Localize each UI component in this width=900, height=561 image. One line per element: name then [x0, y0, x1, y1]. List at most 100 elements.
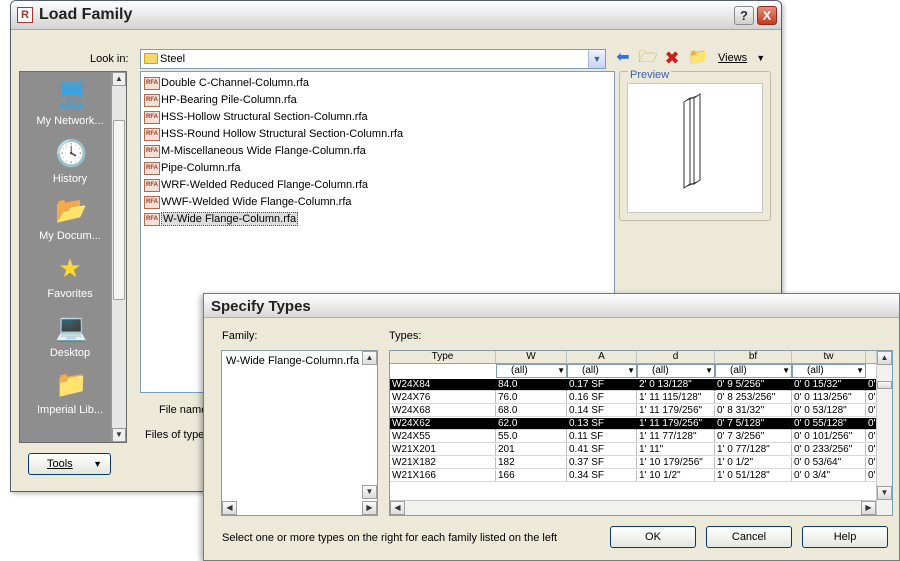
family-list-item[interactable]: W-Wide Flange-Column.rfa — [226, 355, 359, 367]
filter-bf-dropdown[interactable]: (all) ▼ — [715, 364, 792, 378]
views-dropdown-arrow-icon: ▼ — [756, 53, 766, 63]
wide-flange-column-preview-icon — [683, 93, 701, 189]
history-clock-icon: 🕓 — [55, 138, 88, 168]
scroll-down-arrow-icon[interactable]: ▼ — [362, 485, 377, 499]
look-in-value: Steel — [160, 53, 186, 65]
rfa-file-icon: RFA — [144, 212, 160, 226]
column-header-a[interactable]: A — [567, 351, 637, 364]
filter-w-dropdown[interactable]: (all) ▼ — [496, 364, 567, 378]
cell-bf: 1' 0 77/128" — [715, 444, 792, 456]
new-folder-icon[interactable]: 📁 — [688, 48, 708, 68]
file-item[interactable]: RFA WWF-Welded Wide Flange-Column.rfa — [144, 194, 352, 210]
filter-value: (all) — [807, 365, 824, 376]
file-item[interactable]: RFA HSS-Hollow Structural Section-Column… — [144, 109, 368, 125]
scroll-up-arrow-icon[interactable]: ▲ — [877, 351, 892, 365]
cell-w: 166 — [496, 470, 567, 482]
file-name: HSS-Hollow Structural Section-Column.rfa — [161, 111, 368, 123]
ok-button[interactable]: OK — [610, 526, 696, 548]
place-label: Favorites — [47, 288, 93, 300]
tools-dropdown-arrow-icon: ▼ — [93, 459, 102, 469]
back-arrow-icon[interactable]: ⬅ — [613, 48, 633, 68]
rfa-file-icon: RFA — [144, 93, 160, 107]
cell-w: 84.0 — [496, 379, 567, 391]
specify-types-titlebar[interactable]: Specify Types — [204, 294, 899, 318]
scroll-right-arrow-icon[interactable]: ▶ — [362, 501, 377, 515]
column-header-bf[interactable]: bf — [715, 351, 792, 364]
filter-tw-dropdown[interactable]: (all) ▼ — [792, 364, 866, 378]
views-button[interactable]: Views ▼ — [718, 52, 765, 64]
scroll-up-arrow-icon[interactable]: ▲ — [112, 72, 126, 86]
library-folder-icon: 📁 — [55, 369, 88, 399]
file-item-selected[interactable]: RFA W-Wide Flange-Column.rfa — [144, 211, 299, 227]
cancel-button[interactable]: Cancel — [706, 526, 792, 548]
cell-type: W21X201 — [390, 444, 496, 456]
family-list[interactable]: W-Wide Flange-Column.rfa ▲ ▼ ◀ ▶ — [221, 350, 378, 516]
types-horizontal-scrollbar[interactable]: ◀ ▶ — [390, 500, 876, 515]
types-vertical-scrollbar[interactable]: ▲ ▼ — [876, 351, 892, 515]
scroll-thumb[interactable] — [877, 381, 892, 389]
rfa-file-icon: RFA — [144, 110, 160, 124]
place-my-network[interactable]: 🖥 My Network... — [20, 80, 120, 127]
chevron-down-icon: ▼ — [782, 366, 790, 375]
look-in-dropdown[interactable]: Steel ▼ — [140, 49, 606, 69]
files-of-type-label: Files of type: — [145, 429, 208, 441]
file-item[interactable]: RFA HP-Bearing Pile-Column.rfa — [144, 92, 297, 108]
titlebar-help-button[interactable]: ? — [734, 6, 754, 25]
titlebar-close-button[interactable]: X — [757, 6, 777, 25]
column-header-type[interactable]: Type — [390, 351, 496, 364]
scroll-down-arrow-icon[interactable]: ▼ — [112, 428, 126, 442]
load-family-titlebar[interactable]: R Load Family ? X — [11, 1, 781, 30]
file-item[interactable]: RFA Pipe-Column.rfa — [144, 160, 240, 176]
tools-label: Tools — [47, 458, 73, 470]
rfa-file-icon: RFA — [144, 178, 160, 192]
chevron-down-icon[interactable]: ▼ — [588, 50, 605, 68]
scroll-right-arrow-icon[interactable]: ▶ — [861, 501, 876, 515]
cell-w: 68.0 — [496, 405, 567, 417]
place-label: History — [52, 173, 88, 185]
file-name: WRF-Welded Reduced Flange-Column.rfa — [161, 179, 369, 191]
help-button[interactable]: Help — [802, 526, 888, 548]
cell-bf: 0' 7 5/128" — [715, 418, 792, 430]
scroll-thumb[interactable] — [113, 120, 125, 300]
file-item[interactable]: RFA HSS-Round Hollow Structural Section-… — [144, 126, 403, 142]
cell-a: 0.17 SF — [567, 379, 637, 391]
cell-w: 76.0 — [496, 392, 567, 404]
scroll-left-arrow-icon[interactable]: ◀ — [390, 501, 405, 515]
column-header-tw[interactable]: tw — [792, 351, 866, 364]
place-desktop[interactable]: 💻 Desktop — [20, 312, 120, 359]
column-header-d[interactable]: d — [637, 351, 715, 364]
cell-d: 1' 10 1/2" — [637, 470, 715, 482]
cell-type: W24X84 — [390, 379, 496, 391]
column-header-w[interactable]: W — [496, 351, 567, 364]
types-grid[interactable]: Type W A d bf tw (all) ▼ (all) ▼ (all) ▼ (a… — [389, 350, 893, 516]
filter-value: (all) — [730, 365, 747, 376]
filter-a-dropdown[interactable]: (all) ▼ — [567, 364, 637, 378]
cell-type: W24X76 — [390, 392, 496, 404]
preview-group: Preview — [619, 69, 771, 221]
desktop-icon: 💻 — [55, 312, 88, 342]
place-favorites[interactable]: ★ Favorites — [20, 253, 120, 300]
scroll-left-arrow-icon[interactable]: ◀ — [222, 501, 237, 515]
place-label: Desktop — [49, 347, 91, 359]
cell-a: 0.37 SF — [567, 457, 637, 469]
place-label: My Network... — [36, 115, 104, 127]
file-item[interactable]: RFA WRF-Welded Reduced Flange-Column.rfa — [144, 177, 368, 193]
revit-app-icon: R — [17, 7, 33, 23]
up-folder-icon[interactable]: 🗁 — [638, 48, 658, 68]
file-name: WWF-Welded Wide Flange-Column.rfa — [161, 196, 352, 208]
cell-bf: 0' 7 3/256" — [715, 431, 792, 443]
filter-d-dropdown[interactable]: (all) ▼ — [637, 364, 715, 378]
places-scrollbar[interactable]: ▲ ▼ — [111, 72, 126, 442]
scroll-up-arrow-icon[interactable]: ▲ — [362, 351, 377, 365]
file-item[interactable]: RFA M-Miscellaneous Wide Flange-Column.r… — [144, 143, 366, 159]
cell-type: W24X68 — [390, 405, 496, 417]
scroll-down-arrow-icon[interactable]: ▼ — [877, 486, 892, 500]
tools-button[interactable]: Tools ▼ — [28, 453, 111, 475]
place-my-documents[interactable]: 📂 My Docum... — [20, 195, 120, 242]
place-imperial-library[interactable]: 📁 Imperial Lib... — [20, 369, 120, 416]
delete-icon[interactable]: ✖ — [662, 48, 682, 68]
file-item[interactable]: RFA Double C-Channel-Column.rfa — [144, 75, 309, 91]
place-history[interactable]: 🕓 History — [20, 138, 120, 185]
cell-bf: 0' 9 5/256" — [715, 379, 792, 391]
cell-a: 0.41 SF — [567, 444, 637, 456]
